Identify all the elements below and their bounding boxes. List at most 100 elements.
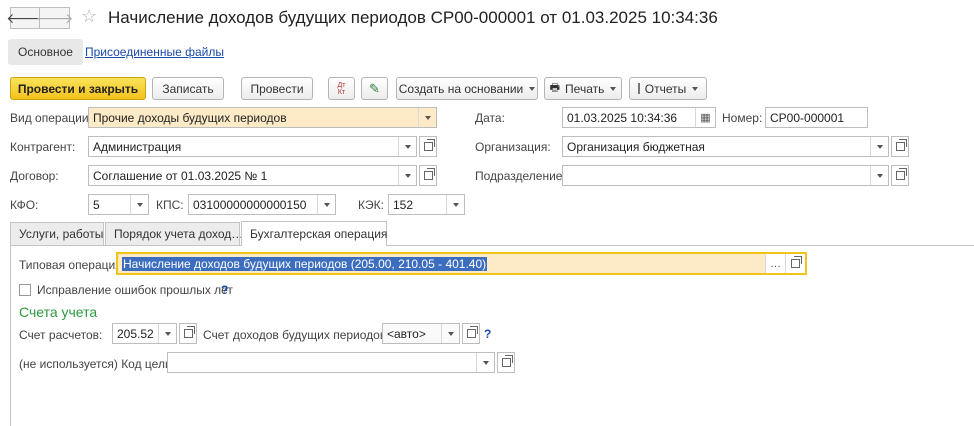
open-icon [895, 139, 907, 151]
open-icon[interactable] [785, 254, 805, 273]
settle-account-label: Счет расчетов: [19, 328, 103, 342]
op-type-label: Вид операции: [10, 111, 92, 125]
organization-select[interactable]: Организация бюджетная [562, 136, 889, 157]
tab-main[interactable]: Основное [8, 39, 83, 65]
star-icon[interactable]: ☆ [81, 6, 97, 27]
contract-select[interactable]: Соглашение от 01.03.2025 № 1 [88, 165, 417, 186]
tab-income-order[interactable]: Порядок учета доход… [105, 222, 243, 245]
fix-errors-checkbox[interactable] [19, 284, 31, 296]
kps-value: 03100000000000150 [193, 197, 307, 212]
number-input[interactable]: СР00-000001 [765, 107, 868, 128]
kek-select[interactable]: 152 [388, 194, 465, 215]
typical-op-value-wrap: Начисление доходов будущих периодов (205… [118, 256, 765, 271]
department-open-button[interactable] [891, 165, 909, 186]
kfo-label: КФО: [10, 198, 39, 212]
chevron-down-icon [692, 86, 699, 91]
number-value: СР00-000001 [770, 110, 845, 125]
tab-attached-files[interactable]: Присоединенные файлы [85, 45, 224, 59]
help-icon[interactable]: ? [484, 327, 491, 341]
chevron-down-icon [610, 86, 617, 91]
post-button[interactable]: Провести [241, 77, 313, 100]
arrow-right-icon: 🡒 [35, 9, 74, 26]
department-label: Подразделение: [475, 169, 566, 183]
chevron-down-icon[interactable] [446, 195, 464, 214]
date-value: 01.03.2025 10:34:36 [567, 110, 678, 125]
chevron-down-icon[interactable] [870, 137, 888, 156]
kek-label: КЭК: [358, 198, 384, 212]
department-select[interactable] [562, 165, 889, 186]
chevron-down-icon[interactable] [398, 166, 416, 185]
chevron-down-icon[interactable] [870, 166, 888, 185]
kps-select[interactable]: 03100000000000150 [188, 194, 336, 215]
dt-kt-button[interactable]: Дт Кт [328, 77, 355, 100]
target-code-label: (не используется) Код цели: [19, 357, 175, 371]
save-button[interactable]: Записать [152, 77, 224, 100]
print-button[interactable]: 🖶 Печать [544, 77, 622, 100]
chevron-down-icon[interactable] [476, 353, 494, 372]
calendar-icon[interactable]: ▦ [695, 108, 715, 127]
contract-label: Договор: [10, 169, 59, 183]
chevron-down-icon[interactable] [441, 324, 459, 343]
print-label: Печать [565, 81, 605, 96]
future-income-open-button[interactable] [462, 323, 480, 344]
create-based-on-label: Создать на основании [398, 81, 524, 96]
organization-open-button[interactable] [891, 136, 909, 157]
typical-op-value: Начисление доходов будущих периодов (205… [122, 256, 488, 271]
contract-value: Соглашение от 01.03.2025 № 1 [93, 168, 268, 183]
open-icon [466, 326, 478, 338]
post-and-close-button[interactable]: Провести и закрыть [10, 77, 146, 100]
organization-value: Организация бюджетная [567, 139, 705, 154]
future-income-placeholder: <авто> [387, 326, 426, 341]
page-title: Начисление доходов будущих периодов СР00… [108, 8, 718, 27]
dt-kt-icon: Дт Кт [337, 81, 346, 96]
counterparty-select[interactable]: Администрация [88, 136, 417, 157]
reports-button[interactable]: Отчеты [629, 77, 707, 100]
settle-account-select[interactable]: 205.52 [112, 323, 177, 344]
open-icon [423, 168, 435, 180]
reports-label: Отчеты [644, 81, 687, 96]
date-input[interactable]: 01.03.2025 10:34:36 ▦ [562, 107, 716, 128]
chevron-down-icon[interactable] [317, 195, 335, 214]
counterparty-open-button[interactable] [419, 136, 437, 157]
contract-open-button[interactable] [419, 165, 437, 186]
op-type-select[interactable]: Прочие доходы будущих периодов [88, 107, 437, 128]
open-icon [895, 168, 907, 180]
chevron-down-icon[interactable] [158, 324, 176, 343]
organization-label: Организация: [475, 140, 551, 154]
counterparty-label: Контрагент: [10, 140, 76, 154]
ellipsis-icon[interactable]: … [765, 254, 785, 273]
edit-button[interactable]: ✎ [361, 77, 388, 100]
typical-op-select[interactable]: Начисление доходов будущих периодов (205… [116, 252, 807, 275]
date-label: Дата: [475, 111, 505, 125]
chevron-down-icon[interactable] [418, 108, 436, 127]
create-based-on-button[interactable]: Создать на основании [396, 77, 538, 100]
target-code-open-button[interactable] [497, 352, 515, 373]
fix-errors-label: Исправление ошибок прошлых лет [37, 283, 233, 297]
counterparty-value: Администрация [93, 139, 182, 154]
future-income-select[interactable]: <авто> [382, 323, 460, 344]
open-icon [501, 355, 513, 367]
help-icon[interactable]: ? [221, 283, 228, 297]
chevron-down-icon[interactable] [398, 137, 416, 156]
target-code-select[interactable] [167, 352, 495, 373]
op-type-value: Прочие доходы будущих периодов [93, 110, 287, 125]
tab-services[interactable]: Услуги, работы [10, 222, 104, 245]
nav-group: 🡐 🡒 [6, 7, 73, 29]
future-income-label: Счет доходов будущих периодов: [203, 328, 390, 342]
report-icon [637, 83, 640, 94]
chevron-down-icon [529, 86, 536, 91]
open-icon [423, 139, 435, 151]
chevron-down-icon[interactable] [130, 195, 148, 214]
number-label: Номер: [722, 111, 763, 125]
kfo-value: 5 [93, 197, 100, 212]
settle-account-value: 205.52 [117, 326, 154, 341]
kps-label: КПС: [156, 198, 184, 212]
kfo-select[interactable]: 5 [88, 194, 149, 215]
settle-account-open-button[interactable] [179, 323, 197, 344]
printer-icon: 🖶 [549, 82, 561, 94]
forward-button[interactable]: 🡒 [36, 7, 73, 29]
accounts-section-title: Счета учета [19, 304, 98, 320]
tab-accounting-operation[interactable]: Бухгалтерская операция [241, 221, 387, 246]
kek-value: 152 [393, 197, 414, 212]
pencil-icon: ✎ [369, 80, 380, 96]
